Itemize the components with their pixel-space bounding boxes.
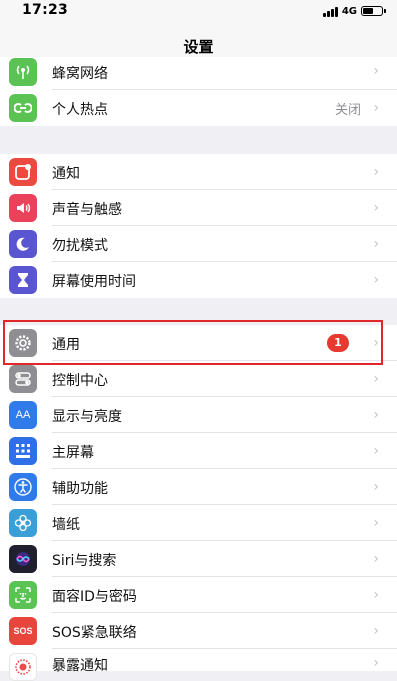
chevron-right-icon: › bbox=[373, 335, 379, 351]
settings-row-label: Siri与搜索 bbox=[52, 553, 117, 569]
flower-icon bbox=[9, 509, 37, 537]
settings-row-label: 显示与亮度 bbox=[52, 409, 122, 425]
settings-row-label: 蜂窝网络 bbox=[52, 66, 108, 82]
settings-row-do-not-disturb[interactable]: 勿扰模式 › bbox=[0, 226, 397, 262]
chevron-right-icon: › bbox=[373, 515, 379, 531]
settings-row-sounds-haptics[interactable]: 声音与触感 › bbox=[0, 190, 397, 226]
chevron-right-icon: › bbox=[373, 272, 379, 288]
settings-row-label: 声音与触感 bbox=[52, 202, 122, 218]
siri-icon bbox=[9, 545, 37, 573]
chevron-right-icon: › bbox=[373, 236, 379, 252]
settings-row-exposure-notifications[interactable]: 暴露通知 › bbox=[0, 649, 397, 681]
exposure-icon bbox=[9, 653, 37, 681]
hotspot-status: 关闭 bbox=[334, 103, 361, 118]
settings-row-screen-time[interactable]: 屏幕使用时间 › bbox=[0, 262, 397, 298]
chevron-right-icon: › bbox=[373, 100, 379, 116]
settings-row-label: 墙纸 bbox=[52, 517, 80, 533]
signal-strength-icon bbox=[322, 6, 338, 17]
text-size-glyph: AA bbox=[15, 409, 31, 421]
settings-row-label: 面容ID与密码 bbox=[52, 589, 137, 605]
chevron-right-icon: › bbox=[373, 407, 379, 423]
chevron-right-icon: › bbox=[373, 164, 379, 180]
settings-row-general[interactable]: 通用 1 › bbox=[0, 325, 397, 361]
settings-row-siri-search[interactable]: Siri与搜索 › bbox=[0, 541, 397, 577]
gear-icon bbox=[9, 329, 37, 357]
chevron-right-icon: › bbox=[373, 551, 379, 567]
sos-glyph: SOS bbox=[13, 626, 33, 636]
settings-row-label: 屏幕使用时间 bbox=[52, 274, 136, 290]
accessibility-icon bbox=[9, 473, 37, 501]
settings-row-label: 主屏幕 bbox=[52, 445, 94, 461]
hotspot-link-icon bbox=[9, 94, 37, 122]
settings-row-label: 个人热点 bbox=[52, 102, 108, 118]
settings-row-notifications[interactable]: 通知 › bbox=[0, 154, 397, 190]
face-id-icon bbox=[9, 581, 37, 609]
text-size-icon: AA bbox=[9, 401, 37, 429]
status-indicators: 4G bbox=[322, 4, 386, 18]
status-bar: 17:23 4G bbox=[0, 0, 397, 24]
settings-row-label: 辅助功能 bbox=[52, 481, 108, 497]
settings-row-label: 暴露通知 bbox=[52, 658, 108, 674]
settings-row-label: 通知 bbox=[52, 166, 80, 182]
chevron-right-icon: › bbox=[373, 443, 379, 459]
chevron-right-icon: › bbox=[373, 371, 379, 387]
moon-icon bbox=[9, 230, 37, 258]
toggles-icon bbox=[9, 365, 37, 393]
settings-row-emergency-sos[interactable]: SOS SOS紧急联络 › bbox=[0, 613, 397, 649]
settings-row-personal-hotspot[interactable]: 个人热点 关闭 › bbox=[0, 90, 397, 126]
chevron-right-icon: › bbox=[373, 63, 379, 79]
settings-row-display-brightness[interactable]: AA 显示与亮度 › bbox=[0, 397, 397, 433]
chevron-right-icon: › bbox=[373, 587, 379, 603]
settings-row-label: 勿扰模式 bbox=[52, 238, 108, 254]
home-grid-icon bbox=[9, 437, 37, 465]
settings-row-label: SOS紧急联络 bbox=[52, 625, 137, 641]
update-badge: 1 bbox=[327, 334, 349, 352]
settings-row-accessibility[interactable]: 辅助功能 › bbox=[0, 469, 397, 505]
settings-row-home-screen[interactable]: 主屏幕 › bbox=[0, 433, 397, 469]
network-type: 4G bbox=[341, 5, 357, 17]
settings-row-control-center[interactable]: 控制中心 › bbox=[0, 361, 397, 397]
chevron-right-icon: › bbox=[373, 479, 379, 495]
battery-icon bbox=[361, 6, 386, 16]
settings-row-label: 通用 bbox=[52, 337, 80, 353]
chevron-right-icon: › bbox=[373, 623, 379, 639]
page-title: 设置 bbox=[183, 38, 214, 56]
settings-row-face-id-passcode[interactable]: 面容ID与密码 › bbox=[0, 577, 397, 613]
sos-icon: SOS bbox=[9, 617, 37, 645]
settings-row-wallpaper[interactable]: 墙纸 › bbox=[0, 505, 397, 541]
settings-row-cellular[interactable]: 蜂窝网络 › bbox=[0, 57, 397, 90]
settings-row-label: 控制中心 bbox=[52, 373, 108, 389]
speaker-icon bbox=[9, 194, 37, 222]
status-time: 17:23 bbox=[22, 2, 69, 18]
notifications-icon bbox=[9, 158, 37, 186]
hourglass-icon bbox=[9, 266, 37, 294]
antenna-icon bbox=[9, 58, 37, 86]
chevron-right-icon: › bbox=[373, 200, 379, 216]
chevron-right-icon: › bbox=[373, 655, 379, 671]
